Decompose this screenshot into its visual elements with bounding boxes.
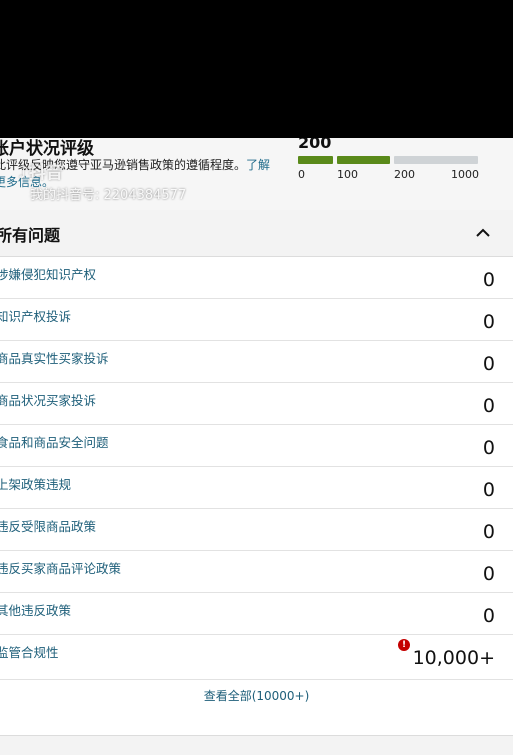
- issue-row-label[interactable]: 商品真实性买家投诉: [0, 348, 109, 367]
- issue-row-count: 0: [482, 395, 495, 417]
- issue-row-count: 0: [482, 311, 495, 333]
- issue-row-label[interactable]: 监管合规性: [0, 642, 59, 661]
- issue-row-food-safety[interactable]: 食品和商品安全问题 0: [0, 425, 513, 467]
- issue-row-ip-complaints[interactable]: 知识产权投诉 0: [0, 299, 513, 341]
- account-health-score: 200: [298, 138, 332, 152]
- issue-row-count: 0: [482, 563, 495, 585]
- issue-row-label[interactable]: 违反买家商品评论政策: [0, 558, 121, 577]
- account-health-title: 账户状况评级: [0, 139, 94, 159]
- view-all-link[interactable]: 查看全部(10000+): [0, 682, 513, 722]
- score-bar-segment-low: [298, 156, 333, 164]
- alert-circle-icon: !: [398, 639, 410, 651]
- account-health-card: 账户状况评级 此评级反映您遵守亚马逊销售政策的遵循程度。了解更多信息。 200 …: [0, 138, 513, 211]
- issue-row-label[interactable]: 知识产权投诉: [0, 306, 71, 325]
- issue-row-authenticity[interactable]: 商品真实性买家投诉 0: [0, 341, 513, 383]
- score-tick-0: 0: [298, 168, 305, 181]
- issue-row-label[interactable]: 上架政策违规: [0, 474, 71, 493]
- issue-row-count: 0: [482, 479, 495, 501]
- score-tick-200: 200: [394, 168, 415, 181]
- issue-row-count: 0: [482, 353, 495, 375]
- issue-row-label[interactable]: 违反受限商品政策: [0, 516, 96, 535]
- app-screen: 账户状况评级 此评级反映您遵守亚马逊销售政策的遵循程度。了解更多信息。 200 …: [0, 138, 513, 755]
- douyin-watermark-id: 我的抖音号: 2204384577: [30, 188, 187, 203]
- issue-row-label[interactable]: 其他违反政策: [0, 600, 71, 619]
- score-bar-segment-mid: [337, 156, 390, 164]
- issue-row-review-policy[interactable]: 违反买家商品评论政策 0: [0, 551, 513, 593]
- douyin-note-icon: ♪: [18, 163, 29, 183]
- issue-row-label[interactable]: 商品状况买家投诉: [0, 390, 96, 409]
- chevron-up-icon[interactable]: [474, 224, 492, 242]
- issue-row-count: 10,000+: [412, 647, 495, 669]
- score-tick-1000: 1000: [451, 168, 479, 181]
- issue-row-count: 0: [482, 605, 495, 627]
- score-tick-100: 100: [337, 168, 358, 181]
- issue-row-restricted-products[interactable]: 违反受限商品政策 0: [0, 509, 513, 551]
- issue-row-count: 0: [482, 521, 495, 543]
- all-issues-title: 所有问题: [0, 226, 61, 245]
- all-issues-panel: 所有问题 涉嫌侵犯知识产权 0 知识产权投诉 0 商品真实性买家投诉 0 商品状…: [0, 210, 513, 755]
- next-section-header: [0, 735, 513, 755]
- issue-row-regulatory-compliance[interactable]: 监管合规性 ! 10,000+: [0, 635, 513, 680]
- account-health-score-bar: [298, 156, 478, 166]
- all-issues-header[interactable]: 所有问题: [0, 210, 513, 257]
- issue-row-condition[interactable]: 商品状况买家投诉 0: [0, 383, 513, 425]
- issue-row-count: 0: [482, 269, 495, 291]
- issue-row-count: 0: [482, 437, 495, 459]
- issue-row-label[interactable]: 涉嫌侵犯知识产权: [0, 264, 96, 283]
- douyin-watermark-logo: ♪抖音: [18, 158, 63, 183]
- douyin-watermark-logo-text: 抖音: [28, 163, 63, 183]
- issue-row-listing-policy[interactable]: 上架政策违规 0: [0, 467, 513, 509]
- issue-row-ip-suspected[interactable]: 涉嫌侵犯知识产权 0: [0, 257, 513, 299]
- issue-row-label[interactable]: 食品和商品安全问题: [0, 432, 109, 451]
- score-bar-segment-high: [394, 156, 478, 164]
- issue-row-other-policy[interactable]: 其他违反政策 0: [0, 593, 513, 635]
